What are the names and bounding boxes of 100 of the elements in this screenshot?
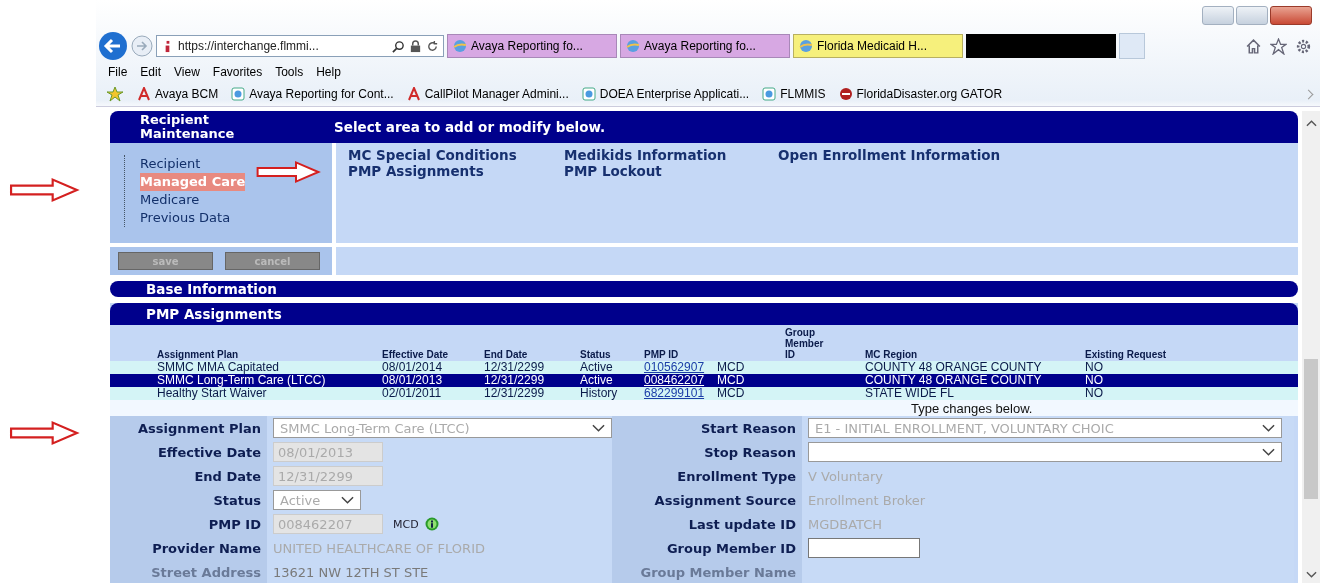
field-value: V Voluntary	[808, 468, 884, 484]
favorite-link[interactable]: Avaya BCM	[137, 87, 219, 101]
status-cell-text: Active	[580, 361, 614, 374]
table-row[interactable]: SMMC MMA Capitated 08/01/2014 12/31/2299 Active 010562907 MCD COUNTY 48 ORANGE COUNTY NO	[110, 361, 1298, 374]
plan-cell-text: SMMC Long-Term Care (LTCC)	[157, 374, 327, 387]
page-icon	[231, 87, 246, 101]
favorites-star-icon[interactable]	[106, 86, 124, 102]
request-cell-text: NO	[1085, 361, 1104, 374]
column-header: Group Member ID	[785, 327, 825, 361]
request-cell-text: NO	[1085, 387, 1104, 400]
caret-icon	[341, 496, 354, 504]
status-cell-text: Active	[580, 374, 614, 387]
code-cell-text: MCD	[717, 374, 746, 387]
star-icon[interactable]	[1270, 37, 1287, 55]
field-label: End Date	[194, 468, 261, 484]
caret-icon	[1262, 448, 1275, 456]
dropdown-field[interactable]	[808, 442, 1282, 462]
menu-item[interactable]: File	[108, 65, 128, 79]
lock-icon	[409, 39, 422, 53]
date-cell-text: 08/01/2014	[382, 361, 444, 374]
field-label: PMP ID	[208, 516, 261, 532]
field-label: Start Reason	[700, 420, 796, 436]
favorite-link[interactable]: CallPilot Manager Admini...	[406, 87, 569, 101]
favorite-link[interactable]: Avaya Reporting for Cont...	[231, 87, 394, 101]
refresh-icon[interactable]	[426, 39, 439, 53]
field-label: Assignment Plan	[138, 420, 261, 436]
field-label: Status	[213, 492, 261, 508]
search-icon[interactable]	[392, 39, 405, 53]
favorite-link[interactable]: FLMMIS	[762, 87, 826, 101]
menu-item[interactable]: Edit	[140, 65, 162, 79]
code-cell-text: MCD	[717, 387, 746, 400]
letter-a-icon	[406, 87, 421, 101]
status-cell-text: History	[580, 387, 619, 400]
column-header: MC Region	[865, 349, 919, 361]
browser-tab[interactable]: Avaya Reporting fo...	[620, 34, 790, 58]
field-value: MGDBATCH	[808, 516, 883, 532]
pmp-id-link[interactable]: 682299101	[644, 387, 717, 400]
menu-item[interactable]: View	[174, 65, 200, 79]
input-field[interactable]	[808, 538, 920, 558]
field-label: Assignment Source	[654, 492, 796, 508]
area-link[interactable]: PMP Lockout	[564, 163, 778, 179]
emblem-icon	[838, 87, 853, 101]
browser-tab[interactable]: Florida Medicaid H...	[793, 34, 963, 58]
column-header: End Date	[484, 349, 529, 361]
back-button[interactable]	[98, 31, 128, 61]
area-link[interactable]: Open Enrollment Information	[778, 147, 1298, 163]
menu-item[interactable]: Favorites	[212, 65, 263, 79]
section-header: Select area to add or modify below.	[333, 119, 606, 135]
browser-tab[interactable]: Avaya Reporting fo...	[447, 34, 617, 58]
menu-item[interactable]: Help	[316, 65, 341, 79]
scroll-thumb[interactable]	[1304, 359, 1318, 499]
region-cell-text: COUNTY 48 ORANGE COUNTY	[865, 374, 1043, 387]
area-link[interactable]: Medikids Information	[564, 147, 778, 163]
date-cell-text: 12/31/2299	[484, 387, 546, 400]
caret-icon	[1262, 424, 1275, 432]
region-cell-text: STATE WIDE FL	[865, 387, 955, 400]
plan-cell-text: SMMC MMA Capitated	[157, 361, 281, 374]
area-link[interactable]: PMP Assignments	[348, 163, 564, 179]
table-row[interactable]: Healthy Start Waiver 02/01/2011 12/31/2299 History 682299101 MCD STATE WIDE FL NO	[110, 387, 1298, 400]
nav-tree-item[interactable]: Previous Data	[140, 209, 246, 227]
column-header: Status	[580, 349, 612, 361]
field-value: 13621 NW 12TH ST STE	[273, 564, 429, 580]
scroll-up-icon[interactable]	[1305, 119, 1317, 127]
favorite-link[interactable]: DOEA Enterprise Applicati...	[581, 87, 750, 101]
field-label: Group Member ID	[666, 540, 796, 556]
page-icon	[581, 87, 596, 101]
menu-item[interactable]: Tools	[275, 65, 304, 79]
table-row[interactable]: SMMC Long-Term Care (LTCC) 08/01/2013 12/31/2299 Active 008462207 MCD COUNTY 48 ORANGE COUNTY NO	[110, 374, 1298, 387]
field-label: Effective Date	[157, 444, 261, 460]
pmp-id-link[interactable]: 008462207	[644, 374, 717, 387]
nav-tree-item[interactable]: Recipient	[140, 155, 246, 173]
field-label: Street Address	[151, 564, 261, 580]
date-cell-text: 08/01/2013	[382, 374, 444, 387]
home-icon[interactable]	[1245, 37, 1262, 55]
field-label: Group Member Name	[640, 564, 796, 580]
request-cell-text: NO	[1085, 374, 1104, 387]
nav-tree-item[interactable]: Medicare	[140, 191, 246, 209]
field-label: Stop Reason	[704, 444, 796, 460]
scroll-down-icon[interactable]	[1305, 571, 1317, 579]
section-title: PMP Assignments	[145, 306, 282, 322]
favorite-link[interactable]: FloridaDisaster.org GATOR	[838, 87, 1003, 101]
column-header: Effective Date	[382, 349, 450, 361]
address-bar[interactable]: https://interchange.flmmi...	[156, 35, 444, 57]
area-link[interactable]: MC Special Conditions	[348, 147, 564, 163]
field-label: Last update ID	[688, 516, 796, 532]
instruction-text: Type changes below.	[911, 400, 1033, 416]
section-title: Recipient Maintenance	[139, 113, 236, 141]
code-cell-text: MCD	[717, 361, 746, 374]
info-icon[interactable]	[424, 517, 439, 531]
close-button[interactable]	[1270, 5, 1312, 25]
section-title: Base Information	[145, 281, 277, 297]
settings-icon[interactable]	[1295, 37, 1312, 55]
globe-icon	[799, 39, 813, 53]
globe-icon	[453, 39, 467, 53]
pmp-id-link[interactable]: 010562907	[644, 361, 717, 374]
field-label: Enrollment Type	[677, 468, 796, 484]
scrollbar[interactable]	[1302, 111, 1320, 583]
plan-cell-text: Healthy Start Waiver	[157, 387, 268, 400]
page-icon	[762, 87, 777, 101]
date-cell-text: 12/31/2299	[484, 361, 546, 374]
